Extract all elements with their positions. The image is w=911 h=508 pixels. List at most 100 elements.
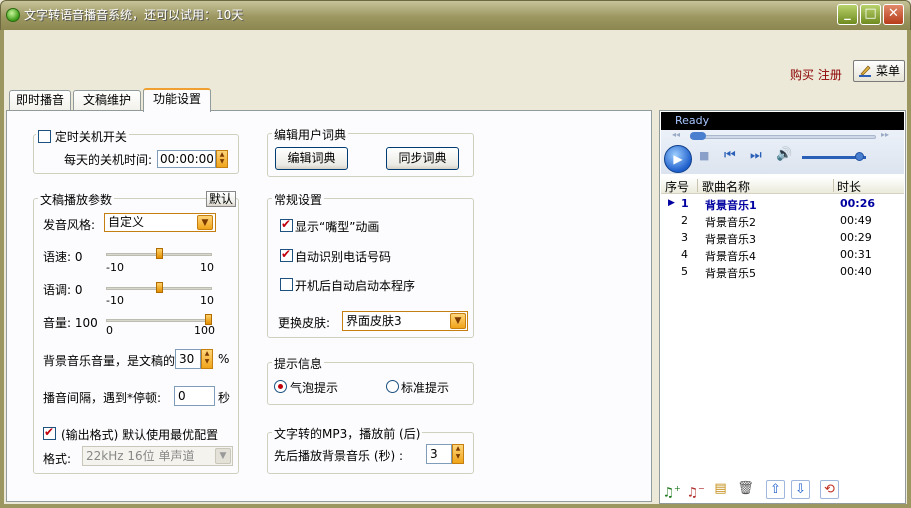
window-frame — [0, 504, 911, 508]
show-mouth-checkbox[interactable] — [280, 217, 293, 232]
speed-slider-thumb[interactable] — [155, 248, 163, 259]
window-frame — [907, 30, 911, 508]
stop-icon[interactable]: ■ — [699, 149, 709, 162]
speed-max-label: 10 — [200, 261, 214, 274]
remove-icon[interactable]: ♫− — [686, 480, 705, 500]
seek-bar[interactable] — [690, 135, 876, 139]
playlist-row[interactable]: 2 背景音乐2 00:49 — [662, 213, 902, 230]
volume-max-label: 100 — [194, 324, 215, 337]
playlist-row[interactable]: 5 背景音乐5 00:40 — [662, 264, 902, 281]
timer-checkbox[interactable] — [38, 130, 51, 143]
interval-label: 播音间隔，遇到*停顿: — [43, 391, 162, 405]
row-duration: 00:31 — [840, 248, 872, 261]
hint-group-title: 提示信息 — [272, 355, 325, 372]
playback-group-title: 文稿播放参数 — [38, 191, 115, 208]
row-song-name: 背景音乐4 — [705, 250, 756, 263]
row-index: 4 — [681, 248, 688, 261]
bgm-seconds-input[interactable]: 3 — [426, 444, 452, 464]
chevron-down-icon[interactable]: ▼ — [197, 215, 213, 230]
volume-slider-track[interactable] — [106, 319, 212, 322]
close-button[interactable]: ✕ — [883, 4, 904, 25]
volume-label: 音量: 100 — [43, 316, 98, 330]
add-folder-icon[interactable]: ▤ — [711, 480, 730, 499]
column-duration[interactable]: 时长 — [837, 178, 861, 195]
minimize-button[interactable]: _ — [837, 4, 858, 25]
row-song-name: 背景音乐1 — [705, 199, 757, 212]
chevron-down-icon[interactable]: ▼ — [215, 448, 231, 464]
chevron-down-icon[interactable]: ▼ — [450, 313, 466, 329]
play-button[interactable]: ▶ — [664, 145, 692, 173]
fast-forward-icon[interactable]: ▸▸ — [881, 130, 889, 139]
row-duration: 00:49 — [840, 214, 872, 227]
speaker-icon[interactable]: 🔊 — [776, 147, 792, 162]
bgm-volume-spinner[interactable]: ▲ ▼ — [201, 349, 213, 369]
interval-input[interactable]: 0 — [174, 386, 215, 406]
menu-label: 菜单 — [876, 64, 901, 78]
sync-dictionary-button[interactable]: 同步词典 — [386, 147, 459, 170]
pen-icon — [859, 65, 871, 77]
row-duration: 00:29 — [840, 231, 872, 244]
row-index: 3 — [681, 231, 688, 244]
pitch-slider-thumb[interactable] — [155, 282, 163, 293]
pitch-label: 语调: 0 — [43, 283, 83, 297]
move-up-icon[interactable]: ⇧ — [766, 480, 785, 499]
standard-hint-label: 标准提示 — [401, 381, 450, 395]
show-mouth-label: 显示“嘴型”动画 — [295, 220, 380, 234]
tab-instant-broadcast[interactable]: 即时播音 — [9, 90, 71, 110]
menu-button[interactable]: 菜单 — [853, 60, 905, 82]
previous-track-icon[interactable]: ⏮ — [724, 148, 736, 163]
move-down-icon[interactable]: ⇩ — [791, 480, 810, 499]
tab-manuscript[interactable]: 文稿维护 — [73, 90, 141, 110]
output-best-checkbox[interactable] — [43, 425, 56, 440]
tab-settings[interactable]: 功能设置 — [143, 88, 211, 112]
seek-thumb[interactable] — [690, 132, 706, 140]
bgm-seconds-label: 先后播放背景音乐 (秒) : — [274, 449, 404, 463]
shutdown-time-input[interactable]: 00:00:00 — [157, 150, 216, 168]
output-best-label: (输出格式) 默认使用最优配置 — [61, 428, 219, 442]
bubble-hint-label: 气泡提示 — [290, 381, 339, 395]
volume-thumb[interactable] — [854, 152, 864, 161]
player-status: Ready — [675, 114, 710, 127]
shutdown-time-spinner[interactable]: ▲ ▼ — [216, 150, 228, 168]
row-index: 2 — [681, 214, 688, 227]
autostart-checkbox[interactable] — [280, 278, 293, 291]
autostart-label: 开机后自动启动本程序 — [295, 279, 416, 293]
bubble-hint-radio[interactable] — [274, 380, 287, 393]
skin-label: 更换皮肤: — [278, 316, 331, 330]
auto-phone-label: 自动识别电话号码 — [295, 250, 392, 264]
auto-phone-checkbox[interactable] — [280, 247, 293, 262]
bgm-volume-input[interactable]: 30 — [175, 349, 201, 369]
row-song-name: 背景音乐2 — [705, 216, 756, 229]
add-icon[interactable]: ♫+ — [662, 480, 681, 500]
maximize-button[interactable]: □ — [860, 4, 881, 25]
now-playing-icon: ▶ — [668, 198, 675, 208]
row-duration: 00:26 — [840, 197, 876, 210]
default-button[interactable]: 默认 — [206, 191, 236, 207]
row-index: 1 — [681, 197, 689, 210]
volume-min-label: 0 — [106, 324, 113, 337]
loop-icon[interactable]: ⟲ — [820, 480, 839, 499]
row-song-name: 背景音乐3 — [705, 233, 756, 246]
format-label: 格式: — [43, 452, 72, 466]
column-index[interactable]: 序号 — [665, 178, 689, 195]
next-track-icon[interactable]: ⏭ — [750, 148, 762, 163]
row-song-name: 背景音乐5 — [705, 267, 756, 280]
speed-label: 语速: 0 — [43, 250, 83, 264]
rewind-icon[interactable]: ◂◂ — [672, 130, 680, 139]
row-index: 5 — [681, 265, 688, 278]
trash-icon[interactable]: 🗑 — [736, 480, 755, 499]
column-divider — [833, 179, 834, 192]
playlist-row[interactable]: 4 背景音乐4 00:31 — [662, 247, 902, 264]
pitch-min-label: -10 — [106, 294, 124, 307]
column-song-name[interactable]: 歌曲名称 — [702, 178, 750, 195]
buy-register-link[interactable]: 购买 注册 — [790, 66, 842, 83]
standard-hint-radio[interactable] — [386, 380, 399, 393]
mp3-group-title: 文字转的MP3，播放前 (后) — [272, 425, 423, 442]
playlist-row[interactable]: 3 背景音乐3 00:29 — [662, 230, 902, 247]
format-select[interactable]: 22kHz 16位 单声道 — [82, 446, 233, 466]
playlist-row[interactable]: ▶ 1 背景音乐1 00:26 — [662, 196, 902, 213]
row-duration: 00:40 — [840, 265, 872, 278]
window-frame — [0, 30, 4, 508]
edit-dictionary-button[interactable]: 编辑词典 — [275, 147, 348, 170]
bgm-seconds-spinner[interactable]: ▲ ▼ — [452, 444, 464, 464]
